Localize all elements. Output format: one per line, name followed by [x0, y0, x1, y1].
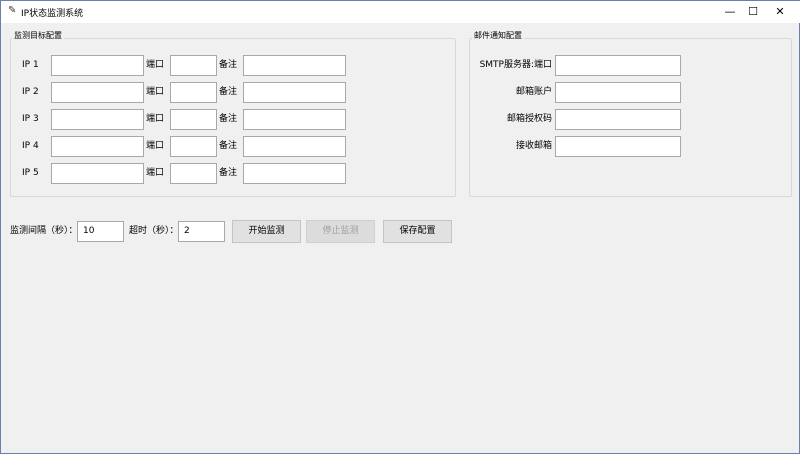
ip-label: IP 5: [22, 168, 39, 178]
mail-field-input[interactable]: [555, 82, 681, 103]
title-bar: ✎ IP状态监测系统 — ☐ ✕: [1, 1, 800, 23]
mail-config-title: 邮件通知配置: [472, 30, 524, 41]
port-input[interactable]: [170, 136, 217, 157]
start-monitor-button[interactable]: 开始监测: [232, 220, 301, 243]
port-label: 端口: [146, 114, 165, 124]
ip-input[interactable]: [51, 82, 144, 103]
timeout-label: 超时（秒）：: [129, 226, 179, 236]
port-label: 端口: [146, 168, 165, 178]
remark-label: 备注: [219, 87, 238, 97]
close-button[interactable]: ✕: [765, 3, 795, 21]
remark-label: 备注: [219, 168, 238, 178]
mail-field-label: 接收邮箱: [515, 141, 552, 151]
ip-input[interactable]: [51, 109, 144, 130]
ip-label: IP 2: [22, 87, 39, 97]
target-config-title: 监测目标配置: [12, 30, 64, 41]
mail-field-input[interactable]: [555, 109, 681, 130]
remark-input[interactable]: [243, 136, 346, 157]
remark-label: 备注: [219, 141, 238, 151]
remark-input[interactable]: [243, 163, 346, 184]
ip-label: IP 4: [22, 141, 39, 151]
app-feather-icon: ✎: [8, 5, 17, 16]
remark-input[interactable]: [243, 55, 346, 76]
interval-label: 监测间隔（秒）：: [10, 226, 78, 236]
window-title: IP状态监测系统: [21, 9, 84, 19]
interval-input[interactable]: 10: [77, 221, 124, 242]
ip-input[interactable]: [51, 163, 144, 184]
ip-label: IP 1: [22, 60, 39, 70]
maximize-button[interactable]: ☐: [738, 3, 768, 21]
port-label: 端口: [146, 87, 165, 97]
timeout-input[interactable]: 2: [178, 221, 225, 242]
mail-field-input[interactable]: [555, 55, 681, 76]
port-input[interactable]: [170, 109, 217, 130]
port-label: 端口: [146, 141, 165, 151]
remark-input[interactable]: [243, 109, 346, 130]
remark-label: 备注: [219, 60, 238, 70]
ip-input[interactable]: [51, 55, 144, 76]
remark-label: 备注: [219, 114, 238, 124]
port-input[interactable]: [170, 55, 217, 76]
port-input[interactable]: [170, 163, 217, 184]
mail-field-label: 邮箱账户: [515, 87, 552, 97]
ip-label: IP 3: [22, 114, 39, 124]
ip-input[interactable]: [51, 136, 144, 157]
mail-field-input[interactable]: [555, 136, 681, 157]
stop-monitor-button: 停止监测: [306, 220, 375, 243]
port-input[interactable]: [170, 82, 217, 103]
mail-field-label: SMTP服务器:端口: [479, 60, 552, 70]
mail-field-label: 邮箱授权码: [506, 114, 552, 124]
save-config-button[interactable]: 保存配置: [383, 220, 452, 243]
remark-input[interactable]: [243, 82, 346, 103]
port-label: 端口: [146, 60, 165, 70]
